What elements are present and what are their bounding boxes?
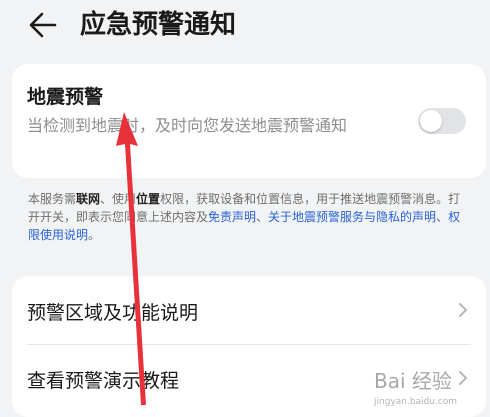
baidu-jingyan-watermark: Bai 经验 jingyan.baidu.com xyxy=(373,369,457,407)
notice-text: 本服务需 xyxy=(28,192,77,206)
warning-area-function-item[interactable]: 预警区域及功能说明 xyxy=(12,276,486,344)
notice-text: 、使用 xyxy=(100,192,137,206)
privacy-statement-link[interactable]: 关于地震预警服务与隐私的声明 xyxy=(268,210,436,224)
earthquake-warning-title: 地震预警 xyxy=(27,86,104,108)
notice-text: 、 xyxy=(256,210,269,224)
page-title: 应急预警通知 xyxy=(80,10,237,40)
notice-location: 位置 xyxy=(136,192,161,206)
notice-network: 联网 xyxy=(76,192,101,206)
header: 应急预警通知 xyxy=(0,0,490,52)
warning-area-function-label: 预警区域及功能说明 xyxy=(27,302,199,324)
disclaimer-link[interactable]: 免责声明 xyxy=(208,210,256,224)
earthquake-warning-card: 地震预警 当检测到地震时，及时向您发送地震预警通知 xyxy=(12,64,486,178)
notice-text: 、 xyxy=(436,210,449,224)
earthquake-warning-description: 当检测到地震时，及时向您发送地震预警通知 xyxy=(27,116,348,135)
service-notice: 本服务需联网、使用位置权限，获取设备和位置信息，用于推送地震预警消息。打开开关，… xyxy=(28,190,468,244)
earthquake-warning-toggle[interactable] xyxy=(418,108,466,134)
arrow-left-icon[interactable] xyxy=(28,10,58,40)
chevron-right-icon xyxy=(459,303,467,317)
demo-tutorial-label: 查看预警演示教程 xyxy=(27,370,180,392)
notice-text: 。 xyxy=(88,228,101,242)
watermark-text: Bai 经验 xyxy=(374,369,452,393)
watermark-subtext: jingyan.baidu.com xyxy=(373,397,457,407)
toggle-knob xyxy=(420,110,442,132)
